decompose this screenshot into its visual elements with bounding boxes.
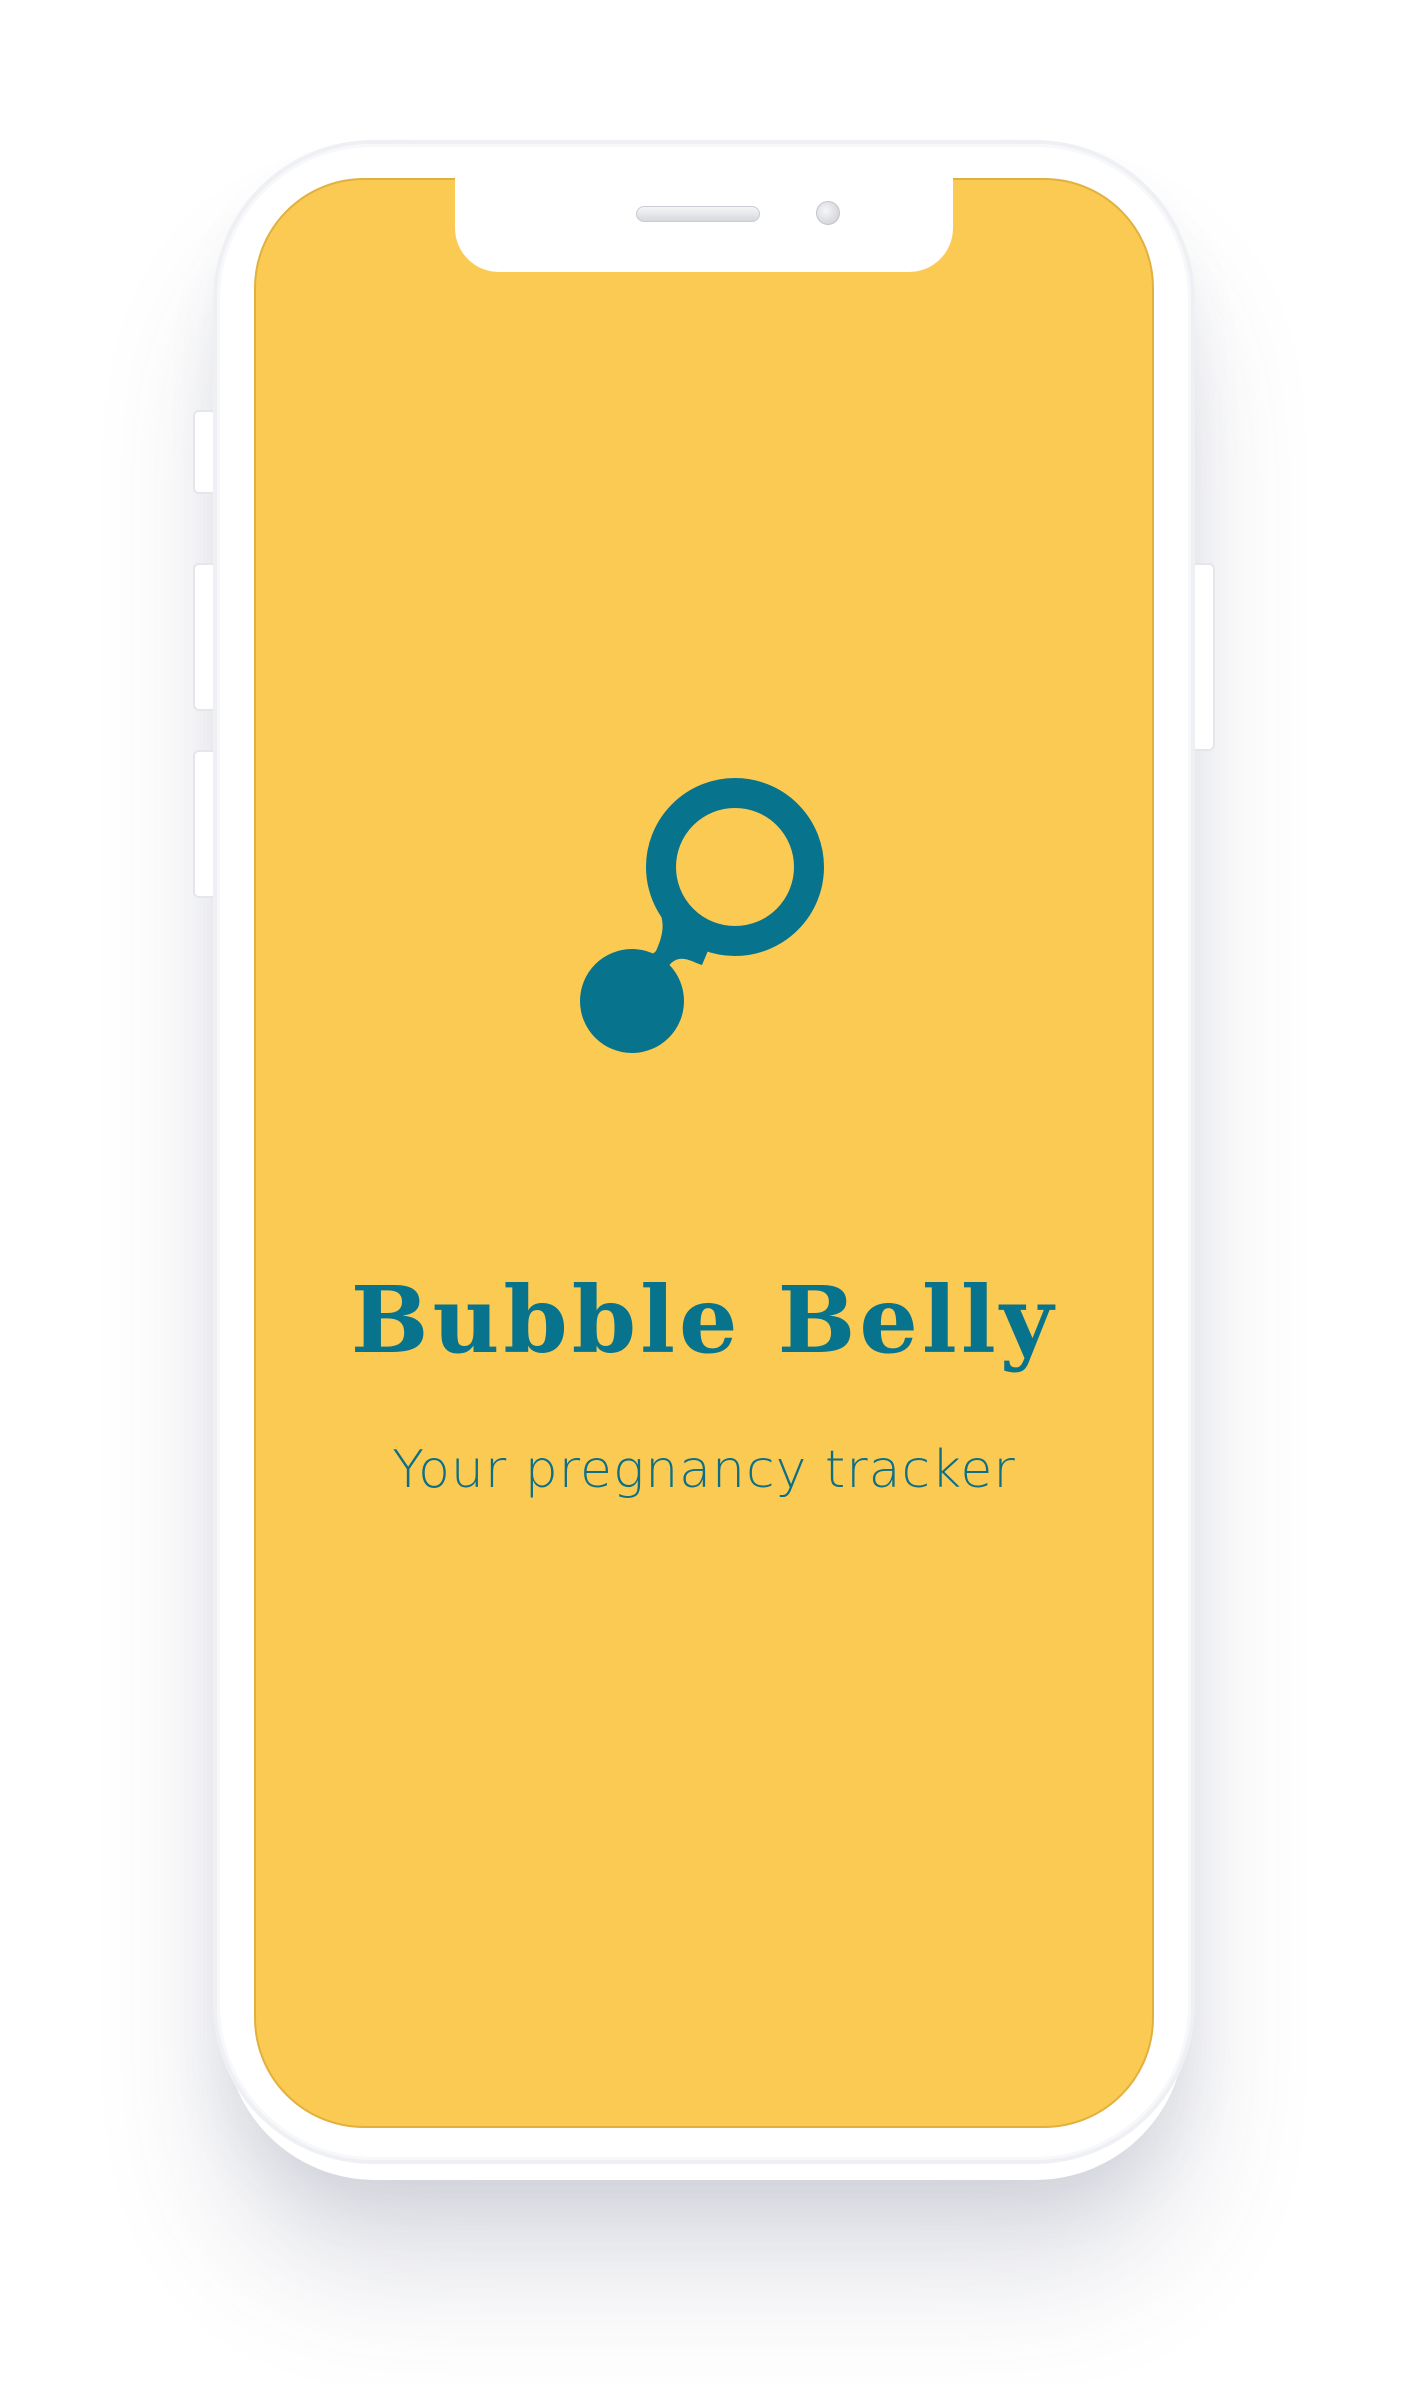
device-mockup: Bubble Belly Your pregnancy tracker [0,0,1404,2384]
app-subtitle: Your pregnancy tracker [392,1440,1016,1500]
phone-notch [455,176,953,272]
splash-screen [254,178,1154,2128]
bubble-belly-logo-icon [580,778,824,1053]
app-title: Bubble Belly [350,1266,1058,1374]
speaker-grille [636,206,760,222]
front-camera [816,201,840,225]
